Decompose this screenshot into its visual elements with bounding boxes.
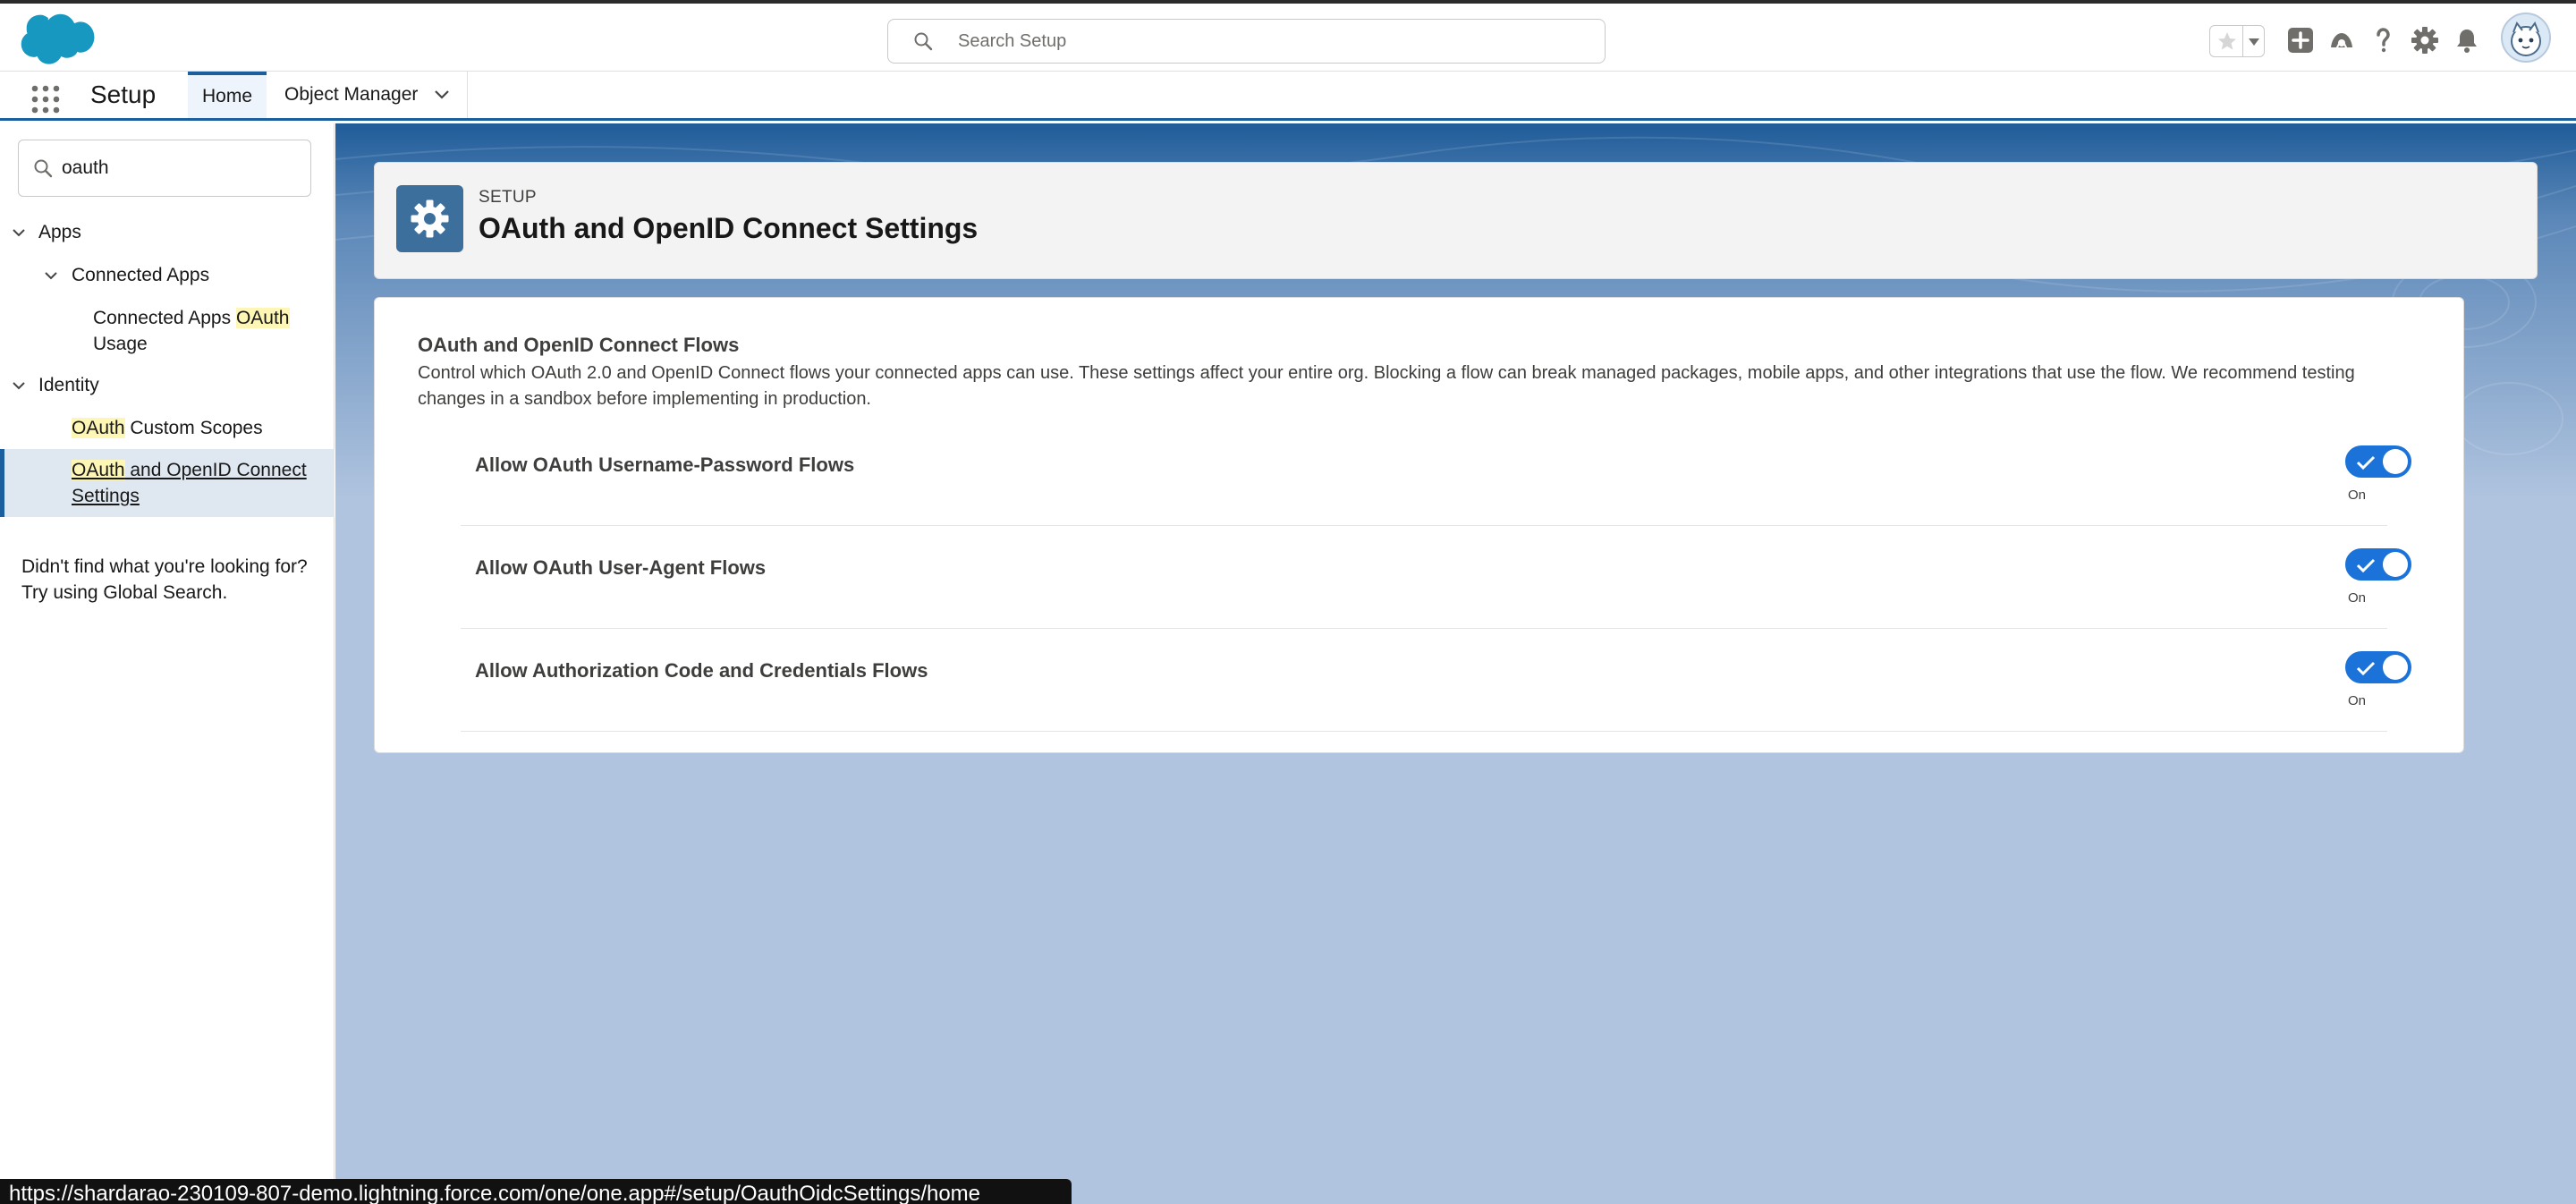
search-setup-box[interactable]	[887, 19, 1606, 64]
setting-label: Allow OAuth Username-Password Flows	[475, 454, 855, 476]
sidebar-item-label: Usage	[93, 334, 148, 354]
chevron-down-icon[interactable]	[11, 377, 27, 394]
app-name: Setup	[90, 81, 157, 108]
help-line-2: Try using Global Search.	[21, 582, 228, 603]
main-content: SETUP OAuth and OpenID Connect Settings …	[335, 123, 2576, 1204]
star-icon	[2218, 32, 2236, 50]
check-icon	[2356, 558, 2376, 572]
setting-row: Allow OAuth User-Agent Flows On	[461, 526, 2411, 629]
sidebar-item-label: Settings	[72, 486, 140, 506]
check-icon	[2356, 661, 2376, 675]
page-header: SETUP OAuth and OpenID Connect Settings	[374, 162, 2538, 279]
setting-row: Allow OAuth Username-Password Flows On	[461, 423, 2411, 526]
sidebar-item-connected-apps[interactable]: Connected Apps	[72, 262, 209, 288]
trailhead-icon[interactable]	[2327, 26, 2356, 55]
favorites-divider	[2242, 26, 2243, 56]
search-setup-input[interactable]	[958, 20, 1584, 63]
search-match-highlight: OAuth	[235, 308, 290, 328]
setting-label: Allow Authorization Code and Credentials…	[475, 659, 928, 682]
bell-icon[interactable]	[2453, 26, 2481, 55]
flows-settings-card: OAuth and OpenID Connect Flows Control w…	[374, 297, 2464, 753]
sidebar-item-oauth-custom-scopes[interactable]: OAuth Custom Scopes	[72, 415, 263, 441]
sidebar-item-label: Custom Scopes	[124, 418, 263, 438]
toggle-knob	[2383, 449, 2408, 474]
status-bar-url: https://shardarao-230109-807-demo.lightn…	[0, 1179, 1072, 1204]
tab-object-manager[interactable]: Object Manager	[267, 72, 468, 118]
sidebar-item-label: and OpenID Connect	[124, 460, 307, 480]
page-title: OAuth and OpenID Connect Settings	[479, 212, 979, 244]
quick-find-input[interactable]	[62, 140, 303, 196]
setting-label: Allow OAuth User-Agent Flows	[475, 556, 767, 579]
sidebar-item-identity[interactable]: Identity	[38, 372, 99, 398]
search-icon	[914, 32, 933, 51]
username-password-flow-toggle[interactable]	[2345, 445, 2411, 478]
global-header	[0, 0, 2576, 72]
toggle-state-label: On	[2348, 590, 2367, 606]
card-title: OAuth and OpenID Connect Flows	[418, 334, 740, 356]
setting-row: Allow Authorization Code and Credentials…	[461, 629, 2411, 732]
search-icon	[34, 159, 53, 178]
caret-down-icon[interactable]	[2248, 37, 2260, 47]
chevron-down-icon[interactable]	[43, 267, 59, 284]
sidebar-item-connected-apps-oauth-usage[interactable]: Connected Apps OAuth Usage	[93, 305, 317, 357]
gear-icon	[411, 199, 449, 238]
setup-sidebar: Apps Connected Apps Connected Apps OAuth…	[0, 123, 335, 1204]
sidebar-item-label: Connected Apps	[93, 308, 236, 328]
quick-find-box[interactable]	[18, 140, 311, 197]
toggle-state-label: On	[2348, 488, 2367, 503]
app-navigation-bar: Setup Home Object Manager	[0, 72, 2576, 121]
toggle-state-label: On	[2348, 693, 2367, 708]
tab-home-label: Home	[201, 86, 253, 106]
sidebar-item-apps[interactable]: Apps	[38, 219, 81, 245]
sidebar-help-text: Didn't find what you're looking for? Try…	[21, 554, 326, 606]
chevron-down-icon[interactable]	[11, 225, 27, 241]
avatar[interactable]	[2501, 13, 2551, 63]
card-description: Control which OAuth 2.0 and OpenID Conne…	[418, 363, 2355, 409]
tab-object-manager-label: Object Manager	[284, 84, 419, 105]
sidebar-item-oauth-openid-connect-settings[interactable]: OAuth and OpenID Connect Settings	[72, 457, 322, 509]
user-agent-flow-toggle[interactable]	[2345, 548, 2411, 581]
help-icon[interactable]	[2368, 26, 2397, 55]
help-line-1: Didn't find what you're looking for?	[21, 556, 308, 577]
chevron-down-icon[interactable]	[433, 88, 451, 100]
favorites-button[interactable]	[2209, 25, 2265, 57]
gear-icon[interactable]	[2411, 26, 2439, 55]
page-header-icon-tile	[396, 185, 463, 252]
search-match-highlight: OAuth	[72, 418, 125, 438]
tab-home[interactable]: Home	[188, 72, 267, 118]
authorization-code-flow-toggle[interactable]	[2345, 651, 2411, 683]
salesforce-cloud-logo[interactable]	[20, 13, 100, 68]
app-launcher-icon[interactable]	[30, 84, 61, 114]
add-icon[interactable]	[2286, 26, 2315, 55]
page-eyebrow: SETUP	[479, 188, 537, 207]
check-icon	[2356, 455, 2376, 470]
astro-avatar-icon	[2511, 21, 2541, 56]
toggle-knob	[2383, 655, 2408, 680]
toggle-knob	[2383, 552, 2408, 577]
search-match-highlight: OAuth	[72, 460, 125, 480]
